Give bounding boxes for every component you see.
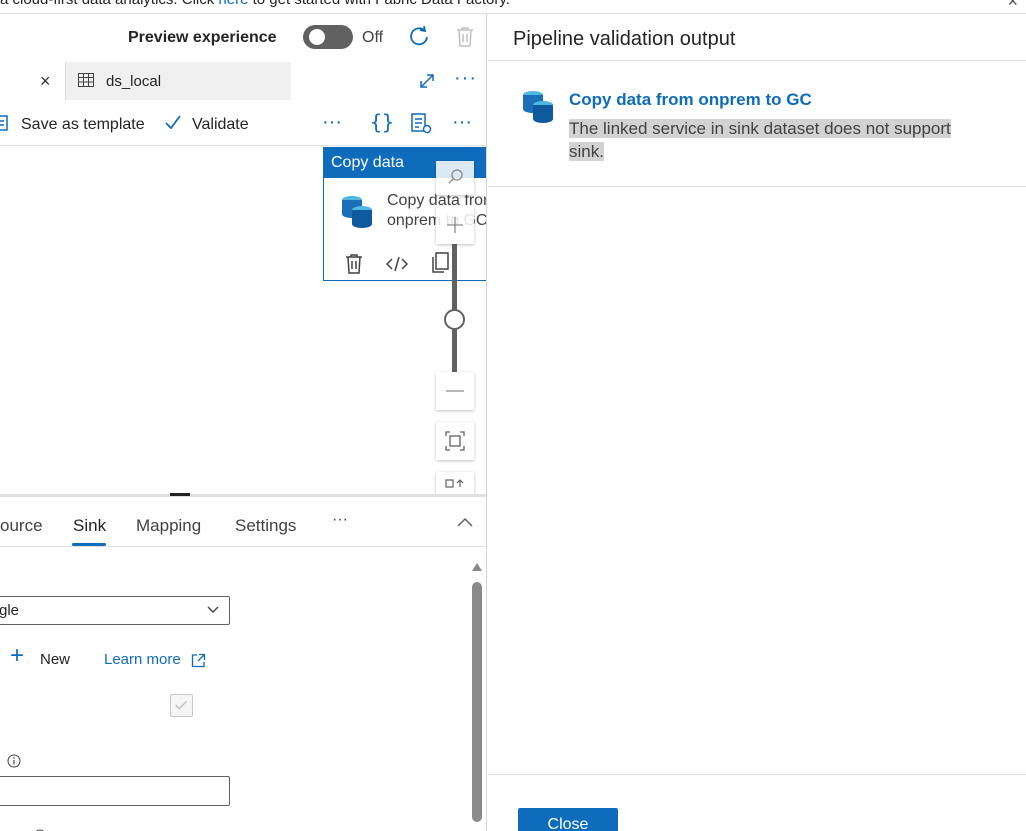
banner-text-after: to get started with Fabric Data Factory. (248, 0, 510, 8)
tab-pipeline[interactable]: × (0, 62, 66, 100)
validation-message: The linked service in sink dataset does … (569, 117, 969, 163)
plus-icon: + (10, 642, 25, 669)
canvas-search-button[interactable] (436, 161, 474, 195)
new-dataset-label: New (40, 651, 71, 668)
pipeline-toolbar: Save as template Validate ··· {} ··· (0, 100, 486, 146)
splitter-grip[interactable] (170, 493, 190, 496)
sink-dataset-value: gle (0, 602, 20, 619)
banner-close-icon[interactable]: × (1007, 0, 1018, 12)
copy-data-icon (523, 91, 553, 123)
info-banner: a cloud-first data analytics. Click here… (0, 0, 1026, 14)
banner-text: a cloud-first data analytics. Click here… (0, 0, 510, 8)
auto-align-icon (445, 479, 464, 488)
learn-more-link[interactable]: Learn more (104, 651, 181, 668)
zoom-slider-track[interactable] (452, 244, 457, 372)
preview-experience-row: Preview experience Off (0, 14, 486, 62)
tabs-more-icon[interactable]: ··· (332, 511, 348, 529)
validation-message-text: The linked service in sink dataset does … (569, 119, 951, 161)
validation-activity-link[interactable]: Copy data from onprem to GC (569, 90, 812, 110)
clone-activity-icon[interactable] (430, 252, 450, 274)
properties-scrollbar[interactable] (470, 563, 484, 831)
refresh-icon[interactable] (408, 26, 430, 48)
pipeline-editor: Preview experience Off × ds_local ··· Sa… (0, 14, 487, 831)
template-icon (0, 115, 8, 131)
activity-type-label: Copy data (331, 154, 404, 171)
plus-icon (447, 217, 463, 233)
validate-button[interactable]: Validate (192, 116, 249, 134)
properties-icon[interactable] (410, 112, 432, 134)
info-icon[interactable] (7, 754, 21, 768)
delete-pipeline-icon[interactable] (455, 26, 475, 48)
footer-divider (488, 774, 1026, 775)
toggle-state-label: Off (362, 29, 384, 46)
close-button-label: Close (547, 816, 589, 831)
checkbox[interactable] (170, 694, 193, 717)
checkmark-icon (175, 700, 188, 710)
code-view-icon[interactable]: {} (370, 110, 394, 134)
active-tab-indicator (72, 543, 106, 546)
validation-item[interactable]: Copy data from onprem to GC The linked s… (488, 61, 1026, 187)
banner-link[interactable]: here (218, 0, 248, 8)
fit-screen-icon (445, 431, 465, 451)
tab-source[interactable]: ource (0, 516, 43, 536)
banner-text-before: a cloud-first data analytics. Click (0, 0, 218, 8)
save-as-template-button[interactable]: Save as template (21, 116, 145, 134)
chevron-up-icon[interactable] (457, 517, 473, 527)
tabs-more-icon[interactable]: ··· (454, 67, 477, 90)
preview-experience-label: Preview experience (128, 29, 277, 46)
zoom-to-fit-button[interactable] (436, 422, 474, 460)
toolbar-more-icon[interactable]: ··· (322, 111, 342, 134)
expand-icon[interactable] (418, 72, 436, 90)
code-icon[interactable] (386, 254, 408, 274)
tab-sink[interactable]: Sink (73, 516, 106, 536)
table-icon (78, 73, 94, 87)
auto-align-button[interactable] (436, 472, 474, 494)
minus-icon (446, 390, 464, 392)
chevron-down-icon (207, 606, 219, 613)
zoom-out-button[interactable] (436, 372, 474, 410)
toggle-knob (309, 29, 325, 45)
copy-data-icon (342, 196, 372, 228)
panel-title: Pipeline validation output (513, 28, 736, 50)
checkmark-icon (165, 115, 181, 130)
validation-output-panel: Pipeline validation output Copy data fro… (488, 14, 1026, 831)
zoom-slider-handle[interactable] (444, 309, 465, 330)
external-link-icon (191, 653, 206, 668)
sink-properties: * gle + New Learn more (0, 547, 486, 831)
tab-mapping[interactable]: Mapping (136, 516, 201, 536)
pipeline-canvas[interactable]: Copy data Copy data from onprem to GC (0, 146, 486, 494)
tab-settings[interactable]: Settings (235, 516, 296, 536)
toolbar-overflow-icon[interactable]: ··· (452, 111, 472, 134)
dataset-tab-label: ds_local (106, 73, 162, 90)
tab-dataset[interactable]: ds_local (66, 62, 291, 100)
text-field[interactable] (0, 776, 230, 806)
editor-tabs: × ds_local ··· (0, 62, 486, 100)
activity-properties-tabs: ource Sink Mapping Settings ··· (0, 497, 486, 547)
delete-activity-icon[interactable] (344, 253, 364, 275)
sink-dataset-select[interactable]: gle (0, 596, 230, 625)
search-icon (448, 169, 463, 184)
close-button[interactable]: Close (518, 808, 618, 831)
scrollbar-thumb[interactable] (472, 582, 482, 822)
scroll-up-arrow-icon[interactable] (472, 563, 482, 571)
zoom-in-button[interactable] (436, 206, 474, 244)
close-tab-icon[interactable]: × (40, 71, 51, 92)
preview-toggle[interactable] (303, 25, 353, 49)
